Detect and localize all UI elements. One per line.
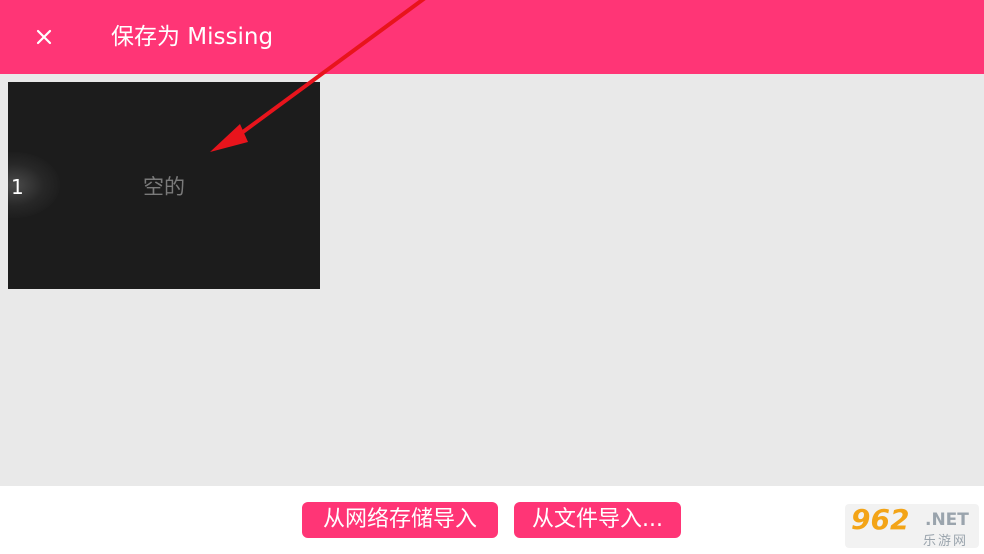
watermark-cn: 乐游网: [923, 534, 969, 549]
close-icon: [36, 29, 52, 45]
watermark-suffix: .NET: [925, 510, 969, 530]
page-title: 保存为 Missing: [111, 24, 274, 50]
bottom-bar: 从网络存储导入 从文件导入...: [0, 486, 984, 554]
close-button[interactable]: [24, 17, 64, 57]
import-from-file-button[interactable]: 从文件导入...: [514, 502, 681, 538]
import-from-network-button[interactable]: 从网络存储导入: [302, 502, 498, 538]
slot-empty-label: 空的: [143, 175, 185, 199]
watermark-logo: 962 .NET 乐游网: [845, 503, 979, 549]
save-slots-area: 1 空的: [0, 74, 984, 486]
save-slot[interactable]: 1 空的: [8, 82, 320, 289]
watermark-digits: 962: [851, 503, 910, 536]
top-app-bar: 保存为 Missing: [0, 0, 984, 74]
